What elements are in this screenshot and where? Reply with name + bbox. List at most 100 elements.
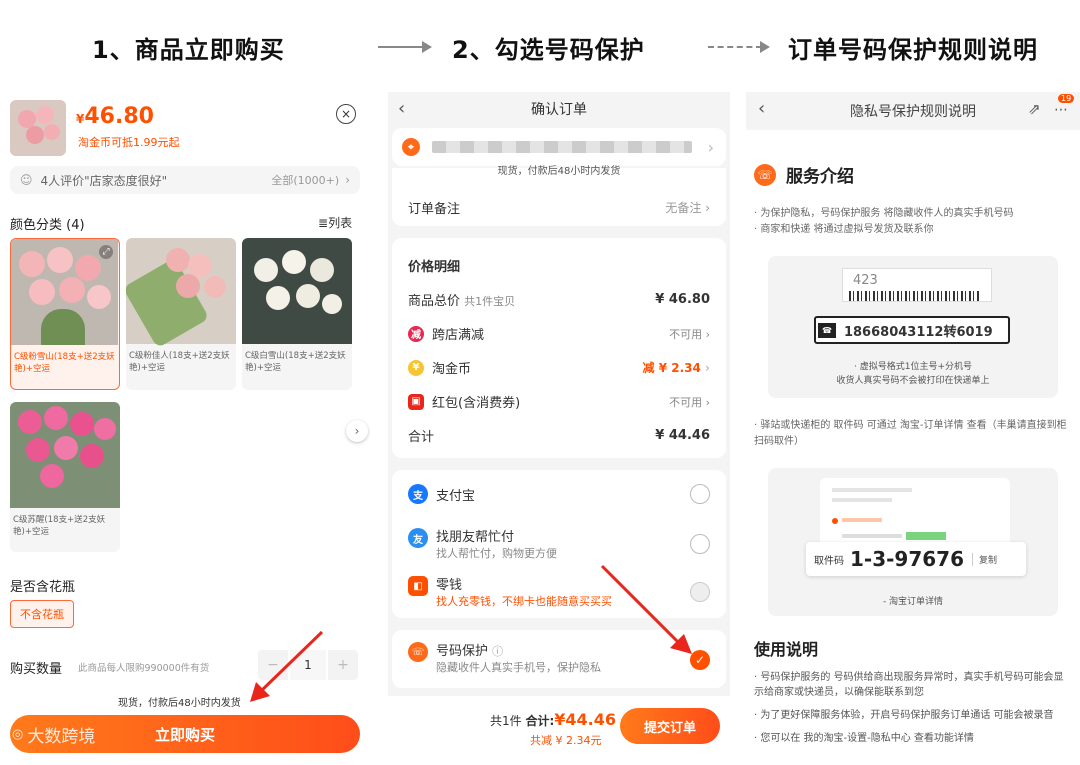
variant-label: C级粉雪山(18支+送2支妖艳)+空运: [14, 352, 115, 374]
review-text: 4人评价"店家态度很好": [40, 173, 168, 188]
list-view-toggle[interactable]: ≣列表: [318, 214, 352, 231]
review-all-link[interactable]: 全部(1000+): [271, 172, 339, 188]
privacy-rules-panel: ‹ 隐私号保护规则说明 ⇗ ⋯ 19 ☏ 服务介绍 · 为保护隐私，号码保护服务 …: [746, 92, 1080, 765]
protect-label: 号码保护: [436, 644, 489, 659]
pickup-code-box: 取件码 1-3-97676 复制: [806, 542, 1026, 576]
variant-card[interactable]: C级粉佳人(18支+送2支妖艳)+空运: [126, 238, 236, 390]
sum-label: 合计: [408, 430, 435, 445]
list-icon: ≣: [318, 216, 329, 230]
step3-heading: 订单号码保护规则说明: [788, 36, 1038, 64]
color-category-title: 颜色分类 (4): [10, 218, 85, 233]
service-intro-title: ☏ 服务介绍: [754, 162, 854, 187]
usage-title: 使用说明: [754, 640, 819, 659]
variant-card[interactable]: C级白雪山(18支+送2支妖艳)+空运: [242, 238, 352, 390]
order-footer: 共1件 合计:¥44.46 共减 ¥ 2.34元 提交订单: [388, 696, 730, 765]
quantity-title: 购买数量: [10, 662, 63, 677]
price-detail-title: 价格明细: [408, 260, 461, 275]
variant-label: C级粉佳人(18支+送2支妖艳)+空运: [129, 351, 230, 373]
step2-heading: 2、勾选号码保护: [452, 36, 645, 64]
variant-label: C级白雪山(18支+送2支妖艳)+空运: [245, 351, 346, 373]
top-bar: ‹ 隐私号保护规则说明 ⇗ ⋯ 19: [746, 92, 1080, 130]
more-icon[interactable]: ⋯: [1054, 102, 1068, 118]
notification-badge: 19: [1058, 94, 1075, 103]
remark-card[interactable]: 现货，付款后48小时内发货 订单备注 无备注 ›: [392, 166, 726, 226]
order-detail-caption: - 淘宝订单详情: [882, 597, 944, 607]
cross-store-value[interactable]: 不可用 ›: [669, 326, 710, 342]
protect-sub: 隐藏收件人真实手机号，保护隐私: [436, 661, 601, 674]
remark-value: 无备注 ›: [665, 201, 710, 215]
share-icon[interactable]: ⇗: [1028, 100, 1041, 118]
label-example-card: 423 ☎ 18668043112转6019 · 虚拟号格式1位主号+分机号 收货人…: [768, 256, 1058, 398]
vase-option[interactable]: 不含花瓶: [10, 600, 74, 628]
red-packet-label: 红包(含消费券): [432, 396, 521, 411]
logo-icon: ◎: [12, 727, 24, 742]
total-sub: 共1件宝贝: [464, 295, 516, 308]
phone-shield-icon: ☏: [408, 642, 428, 662]
step1-heading: 1、商品立即购买: [92, 36, 285, 64]
pickup-label: 取件码: [814, 555, 844, 567]
ship-note: 现货，付款后48小时内发货: [497, 166, 621, 177]
barcode-icon: [849, 291, 979, 301]
coin-label: 淘金币: [432, 362, 472, 377]
red-arrow: [600, 564, 692, 654]
page-title: 确认订单: [531, 102, 587, 118]
copy-button[interactable]: 复制: [972, 552, 997, 566]
wallet-icon: ◧: [408, 576, 428, 596]
sum-value: ¥ 44.46: [655, 428, 710, 443]
help-icon[interactable]: ⓘ: [492, 645, 503, 658]
phone-icon: ☏: [754, 163, 776, 186]
red-arrow: [250, 630, 324, 702]
plus-button[interactable]: +: [328, 650, 358, 680]
footer-total: 共1件 合计:¥44.46: [490, 710, 617, 729]
quantity-note: 此商品每人限购990000件有货: [78, 663, 210, 674]
blurred-address: [432, 141, 692, 153]
red-packet-value[interactable]: 不可用 ›: [669, 394, 710, 410]
watermark: ◎ 大数跨境: [12, 727, 96, 747]
coin-note: 淘金币可抵1.99元起: [78, 136, 180, 149]
arrow-right-icon: [422, 41, 432, 53]
submit-order-button[interactable]: 提交订单: [620, 708, 720, 744]
confirm-order-panel: ‹ 确认订单 ⌖ › 现货，付款后48小时内发货 订单备注 无备注 › 价格明细 …: [388, 92, 730, 765]
vase-title: 是否含花瓶: [10, 580, 76, 595]
chat-icon: ☺: [20, 173, 33, 187]
price-detail-card: 价格明细 商品总价 共1件宝贝 ¥ 46.80 减跨店满减 不可用 › ¥ 淘金币…: [392, 238, 726, 458]
review-bar[interactable]: ☺ 4人评价"店家态度很好" 全部(1000+) ›: [10, 166, 360, 194]
variant-card[interactable]: ⤢ C级粉雪山(18支+送2支妖艳)+空运: [10, 238, 120, 390]
back-icon[interactable]: ‹: [758, 98, 765, 119]
product-thumbnail: [10, 100, 66, 156]
variant-card[interactable]: C级苏醒(18支+送2支妖艳)+空运: [10, 402, 120, 552]
phone-tag: ☎: [818, 322, 836, 338]
service-bullets: · 为保护隐私，号码保护服务 将隐藏收件人的真实手机号码 · 商家和快递 将通过…: [754, 208, 1014, 235]
location-icon: ⌖: [402, 138, 420, 156]
remark-label: 订单备注: [408, 202, 461, 217]
product-sku-panel: ¥46.80 淘金币可抵1.99元起 × ☺ 4人评价"店家态度很好" 全部(1…: [0, 92, 372, 765]
alipay-icon: 支: [408, 484, 428, 504]
zoom-icon[interactable]: ⤢: [99, 245, 113, 259]
footer-discount: 共减 ¥ 2.34元: [530, 734, 602, 747]
radio-button[interactable]: [690, 534, 710, 554]
chevron-right-icon[interactable]: ›: [346, 420, 368, 442]
coin-value[interactable]: 减 ¥ 2.34 ›: [643, 359, 710, 376]
close-icon[interactable]: ×: [336, 104, 356, 124]
usage-text: · 号码保护服务的 号码供给商出现服务异常时，真实手机号码可能会显示给商家或快递…: [754, 672, 1064, 744]
arrow-right-icon: [760, 41, 770, 53]
solid-arrow-line: [378, 46, 424, 48]
chevron-right-icon: ›: [345, 173, 350, 187]
barcode-label: 423: [842, 268, 992, 302]
red-packet-icon: ▣: [408, 393, 424, 410]
pay-option-alipay[interactable]: 支支付宝: [408, 484, 710, 504]
price: ¥46.80: [76, 104, 154, 129]
cross-store-label: 跨店满减: [432, 328, 485, 343]
variant-label: C级苏醒(18支+送2支妖艳)+空运: [13, 515, 106, 537]
top-bar: ‹ 确认订单: [388, 92, 730, 126]
discount-icon: 减: [408, 325, 424, 342]
pickup-example-card: 取件码 1-3-97676 复制 - 淘宝订单详情: [768, 468, 1058, 616]
dashed-arrow-line: [708, 46, 762, 48]
pay-option-friend[interactable]: 友 找朋友帮忙付 找人帮忙付，购物更方便: [408, 526, 710, 561]
address-card[interactable]: ⌖ ›: [392, 128, 726, 166]
radio-button[interactable]: [690, 484, 710, 504]
coin-icon: ¥: [408, 359, 424, 376]
back-icon[interactable]: ‹: [398, 98, 405, 119]
pickup-code: 1-3-97676: [850, 547, 965, 571]
total-label: 商品总价: [408, 294, 461, 309]
